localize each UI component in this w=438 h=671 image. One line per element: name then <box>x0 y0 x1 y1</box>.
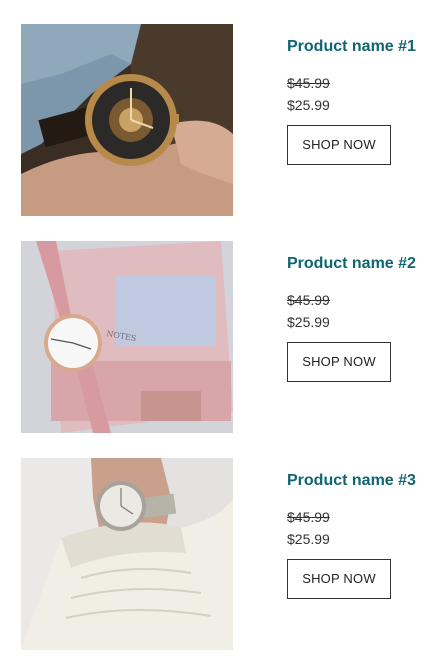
product-image: NOTES <box>21 241 233 433</box>
original-price: $45.99 <box>287 292 330 308</box>
original-price: $45.99 <box>287 509 330 525</box>
product-title[interactable]: Product name #3 <box>287 471 432 491</box>
product-info: Product name #2 $45.99 $25.99 SHOP NOW <box>287 241 432 382</box>
product-info: Product name #1 $45.99 $25.99 SHOP NOW <box>287 24 432 165</box>
product-title[interactable]: Product name #1 <box>287 37 432 57</box>
product-image-link[interactable] <box>21 24 233 216</box>
product-image <box>21 24 233 216</box>
shop-now-button[interactable]: SHOP NOW <box>287 559 391 599</box>
shop-now-button[interactable]: SHOP NOW <box>287 342 391 382</box>
product-image <box>21 458 233 650</box>
product-image-link[interactable]: NOTES <box>21 241 233 433</box>
product-image-link[interactable] <box>21 458 233 650</box>
sale-price: $25.99 <box>287 97 330 113</box>
product-card: Product name #3 $45.99 $25.99 SHOP NOW <box>0 458 438 650</box>
original-price: $45.99 <box>287 75 330 91</box>
sale-price: $25.99 <box>287 531 330 547</box>
product-title[interactable]: Product name #2 <box>287 254 432 274</box>
product-info: Product name #3 $45.99 $25.99 SHOP NOW <box>287 458 432 599</box>
shop-now-button[interactable]: SHOP NOW <box>287 125 391 165</box>
product-card: NOTES Product name #2 $45.99 $25.99 SHOP… <box>0 241 438 433</box>
sale-price: $25.99 <box>287 314 330 330</box>
product-card: Product name #1 $45.99 $25.99 SHOP NOW <box>0 24 438 216</box>
product-list: Product name #1 $45.99 $25.99 SHOP NOW N… <box>0 0 438 671</box>
